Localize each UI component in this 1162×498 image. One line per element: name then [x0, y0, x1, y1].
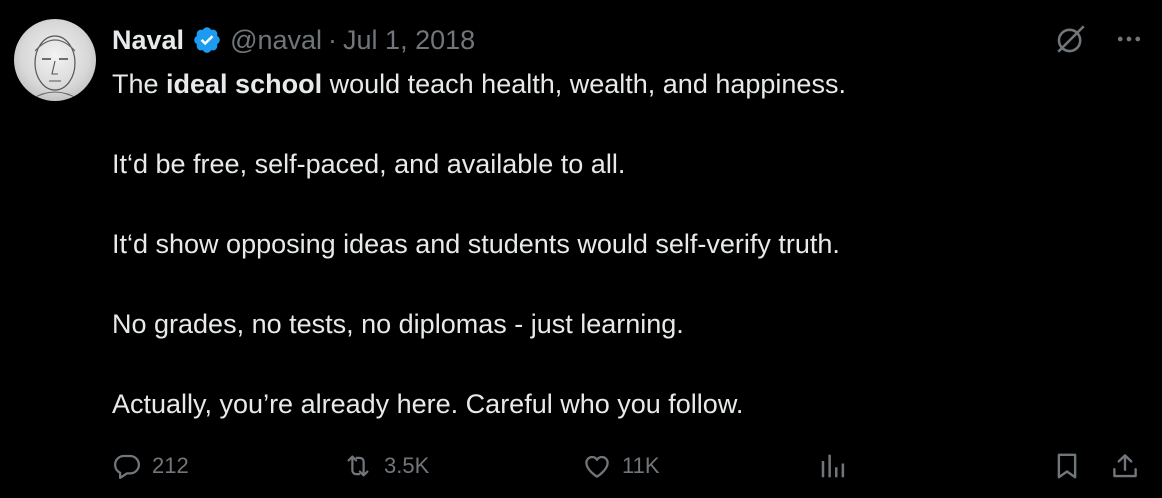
- bookmark-button[interactable]: [1052, 446, 1082, 486]
- tweet-paragraph-5: Actually, you’re already here. Careful w…: [112, 389, 744, 419]
- reply-icon: [112, 451, 142, 481]
- views-button[interactable]: [818, 446, 848, 486]
- reply-button[interactable]: 212: [112, 446, 189, 486]
- text-segment: The: [112, 69, 167, 99]
- grok-icon[interactable]: [1054, 22, 1088, 56]
- verified-badge-icon: [192, 25, 222, 55]
- more-icon[interactable]: [1114, 24, 1144, 54]
- avatar[interactable]: [14, 19, 96, 101]
- tweet-paragraph-3: It‘d show opposing ideas and students wo…: [112, 229, 840, 259]
- reply-count: 212: [152, 453, 189, 478]
- tweet: Naval @naval · Jul 1, 2018 The ideal sch…: [0, 0, 1162, 498]
- top-right-controls: [1054, 22, 1144, 56]
- repost-icon: [342, 451, 374, 481]
- share-icon: [1110, 451, 1140, 481]
- repost-button[interactable]: 3.5K: [342, 446, 429, 486]
- separator-dot: ·: [328, 24, 338, 55]
- handle[interactable]: @naval: [230, 25, 322, 56]
- like-count: 11K: [622, 453, 660, 478]
- repost-count: 3.5K: [384, 453, 430, 478]
- tweet-text: The ideal school would teach health, wea…: [112, 64, 1142, 424]
- display-name[interactable]: Naval: [112, 25, 184, 56]
- views-icon: [818, 451, 848, 481]
- tweet-paragraph-1: The ideal school would teach health, wea…: [112, 64, 1142, 104]
- share-button[interactable]: [1110, 446, 1140, 486]
- like-icon: [582, 451, 612, 481]
- tweet-paragraph-2: It‘d be free, self-paced, and available …: [112, 149, 626, 179]
- text-segment: would teach health, wealth, and happines…: [322, 69, 846, 99]
- post-date[interactable]: Jul 1, 2018: [343, 25, 475, 56]
- like-button[interactable]: 11K: [582, 446, 660, 486]
- bookmark-icon: [1052, 451, 1082, 481]
- bold-text: ideal school: [166, 69, 323, 99]
- action-bar: 212 3.5K 11K: [112, 446, 1152, 486]
- tweet-paragraph-4: No grades, no tests, no diplomas - just …: [112, 309, 684, 339]
- tweet-header: Naval @naval · Jul 1, 2018: [112, 20, 475, 60]
